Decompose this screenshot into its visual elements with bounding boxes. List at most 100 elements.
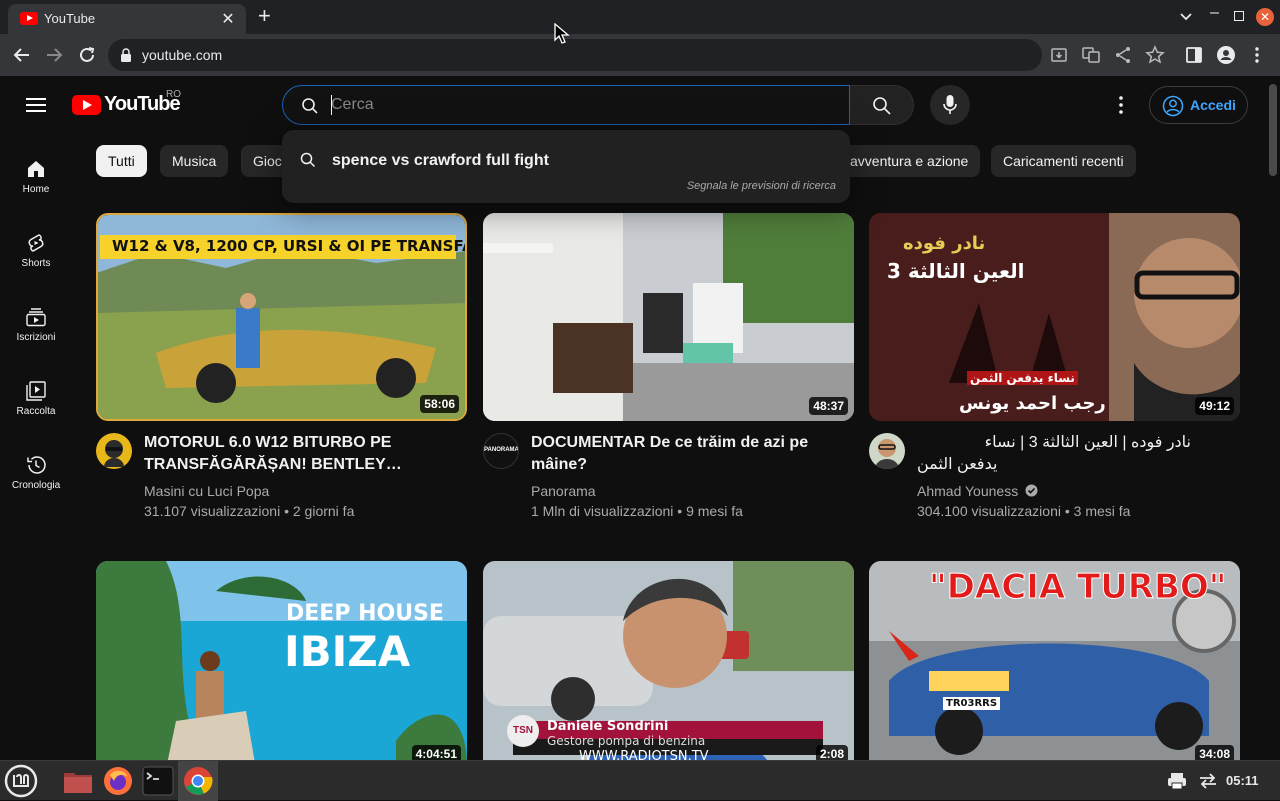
library-icon [26,381,46,401]
new-tab-button[interactable]: + [258,3,271,29]
video-duration: 4:04:51 [411,745,461,760]
firefox-icon[interactable] [102,765,134,797]
window-minimize-button[interactable]: – [1210,4,1219,22]
video-thumbnail[interactable]: 48:37 [483,213,854,421]
sidebar-item-subscriptions[interactable]: Iscrizioni [4,296,68,366]
text-caret [331,95,332,115]
voice-search-button[interactable] [930,85,970,125]
page-scrollbar[interactable] [1266,76,1280,760]
search-icon [873,97,891,115]
channel-name-text: Ahmad Youness [917,483,1019,499]
license-plate: TR03RRS [943,697,1001,710]
sign-in-label: Accedi [1190,97,1236,113]
thumbnail-caption: نادر فوده [903,233,986,254]
video-thumbnail[interactable]: نادر فوده العين الثالثة 3 نساء يدفعن الث… [869,213,1240,421]
video-thumbnail[interactable]: W12 & V8, 1200 CP, URSI & OI PE TRANSFĂG… [96,213,467,421]
video-title-line: TRANSFĂGĂRĂȘAN! BENTLEY… [144,456,402,473]
account-icon [1162,95,1184,117]
bookmark-star-icon[interactable] [1144,44,1166,66]
forward-arrow-icon[interactable] [43,44,65,66]
video-title[interactable]: DOCUMENTAR De ce trăim de azi pe mâine? [531,432,831,476]
browser-tab[interactable]: YouTube ✕ [8,4,246,34]
youtube-favicon-icon [20,12,38,25]
guide-menu-icon[interactable] [26,98,46,112]
video-thumbnail[interactable]: TSN Daniele Sondrini Gestore pompa di be… [483,561,854,760]
scrollbar-thumb[interactable] [1269,84,1277,176]
chip-music[interactable]: Musica [160,145,229,177]
terminal-icon[interactable] [142,765,174,797]
browser-menu-icon[interactable] [1246,44,1268,66]
video-title-line: MOTORUL 6.0 W12 BITURBO PE [144,434,392,451]
search-suggestion-item[interactable]: spence vs crawford full fight [332,152,549,170]
search-suggestions-dropdown: spence vs crawford full fight Segnala le… [282,130,850,203]
reload-icon[interactable] [76,44,98,66]
window-maximize-button[interactable] [1234,11,1244,21]
report-predictions-link[interactable]: Segnala le previsioni di ricerca [687,180,836,192]
sidebar-item-home[interactable]: Home [4,148,68,218]
verified-badge-icon [1025,484,1038,497]
chrome-icon[interactable] [182,765,214,797]
youtube-logo-icon[interactable] [72,95,101,115]
microphone-icon [943,95,957,114]
channel-name[interactable]: Panorama [531,483,596,499]
tab-title: YouTube [44,11,96,26]
video-metadata: 31.107 visualizzazioni • 2 giorni fa [144,503,355,519]
mouse-cursor-icon [554,23,570,44]
thumbnail-caption: العين الثالثة 3 [887,259,1025,283]
chip-recent-uploads[interactable]: Caricamenti recenti [991,145,1136,177]
thumbnail-image [483,213,854,421]
channel-avatar[interactable] [869,433,905,469]
sidebar-item-library[interactable]: Raccolta [4,370,68,440]
broadcaster-logo: TSN [507,715,539,747]
chip-adventure-action[interactable]: avventura e azione [838,145,981,177]
shorts-icon [28,234,44,252]
thumbnail-caption: W12 & V8, 1200 CP, URSI & OI PE TRANSFĂG… [112,237,467,255]
sidebar-item-shorts[interactable]: Shorts [4,222,68,292]
tab-close-button[interactable]: ✕ [218,9,238,29]
translate-icon[interactable] [1080,44,1102,66]
file-manager-icon[interactable] [62,765,94,797]
video-thumbnail[interactable]: "DACIA TURBO" TR03RRS 34:08 [869,561,1240,760]
subscriptions-icon [26,308,46,327]
video-duration: 2:08 [815,745,848,760]
address-bar[interactable]: youtube.com [108,39,1042,71]
window-close-button[interactable]: ✕ [1256,8,1274,26]
mint-menu-icon[interactable] [4,764,38,798]
channel-avatar[interactable] [96,433,132,469]
chip-all[interactable]: Tutti [96,145,147,177]
search-box[interactable] [282,85,850,125]
video-duration: 48:37 [809,397,848,415]
install-app-icon[interactable] [1048,44,1070,66]
profile-icon[interactable] [1215,44,1237,66]
thumbnail-caption: IBIZA [284,627,411,676]
video-metadata: 1 Mln di visualizzazioni • 9 mesi fa [531,503,743,519]
country-code: RO [166,89,181,100]
side-panel-icon[interactable] [1183,44,1205,66]
channel-avatar[interactable]: PANORAMA [483,433,519,469]
video-title-line: mâine? [531,456,588,473]
system-clock[interactable]: 05:11 [1226,773,1259,788]
network-icon[interactable] [1198,772,1218,790]
lock-icon[interactable] [120,48,132,62]
search-button[interactable] [850,85,914,125]
share-icon[interactable] [1112,44,1134,66]
channel-name[interactable]: Masini cu Luci Popa [144,483,269,499]
mini-guide: Home Shorts Iscrizioni Raccolta Cronolog… [0,132,72,760]
video-title-line: يدفعن الثمن [917,456,998,473]
video-thumbnail[interactable]: DEEP HOUSE IBIZA 4:04:51 [96,561,467,760]
settings-menu-icon[interactable] [1112,94,1130,116]
sidebar-item-history[interactable]: Cronologia [4,444,68,514]
thumbnail-caption: DEEP HOUSE [286,601,444,626]
thumbnail-caption: Gestore pompa di benzina [547,734,706,748]
tab-search-icon[interactable] [1178,8,1194,24]
os-taskbar: 05:11 [0,760,1280,801]
back-arrow-icon[interactable] [11,44,33,66]
search-input[interactable] [331,93,831,117]
printer-icon[interactable] [1167,772,1187,790]
channel-name[interactable]: Ahmad Youness [917,483,1038,499]
video-title[interactable]: MOTORUL 6.0 W12 BITURBO PE TRANSFĂGĂRĂȘA… [144,432,444,476]
video-title[interactable]: نادر فوده | العين الثالثة 3 | نساء يدفعن… [917,432,1191,476]
sidebar-item-label: Shorts [21,258,51,269]
sign-in-button[interactable]: Accedi [1149,86,1248,124]
thumbnail-caption: Daniele Sondrini [547,719,669,734]
